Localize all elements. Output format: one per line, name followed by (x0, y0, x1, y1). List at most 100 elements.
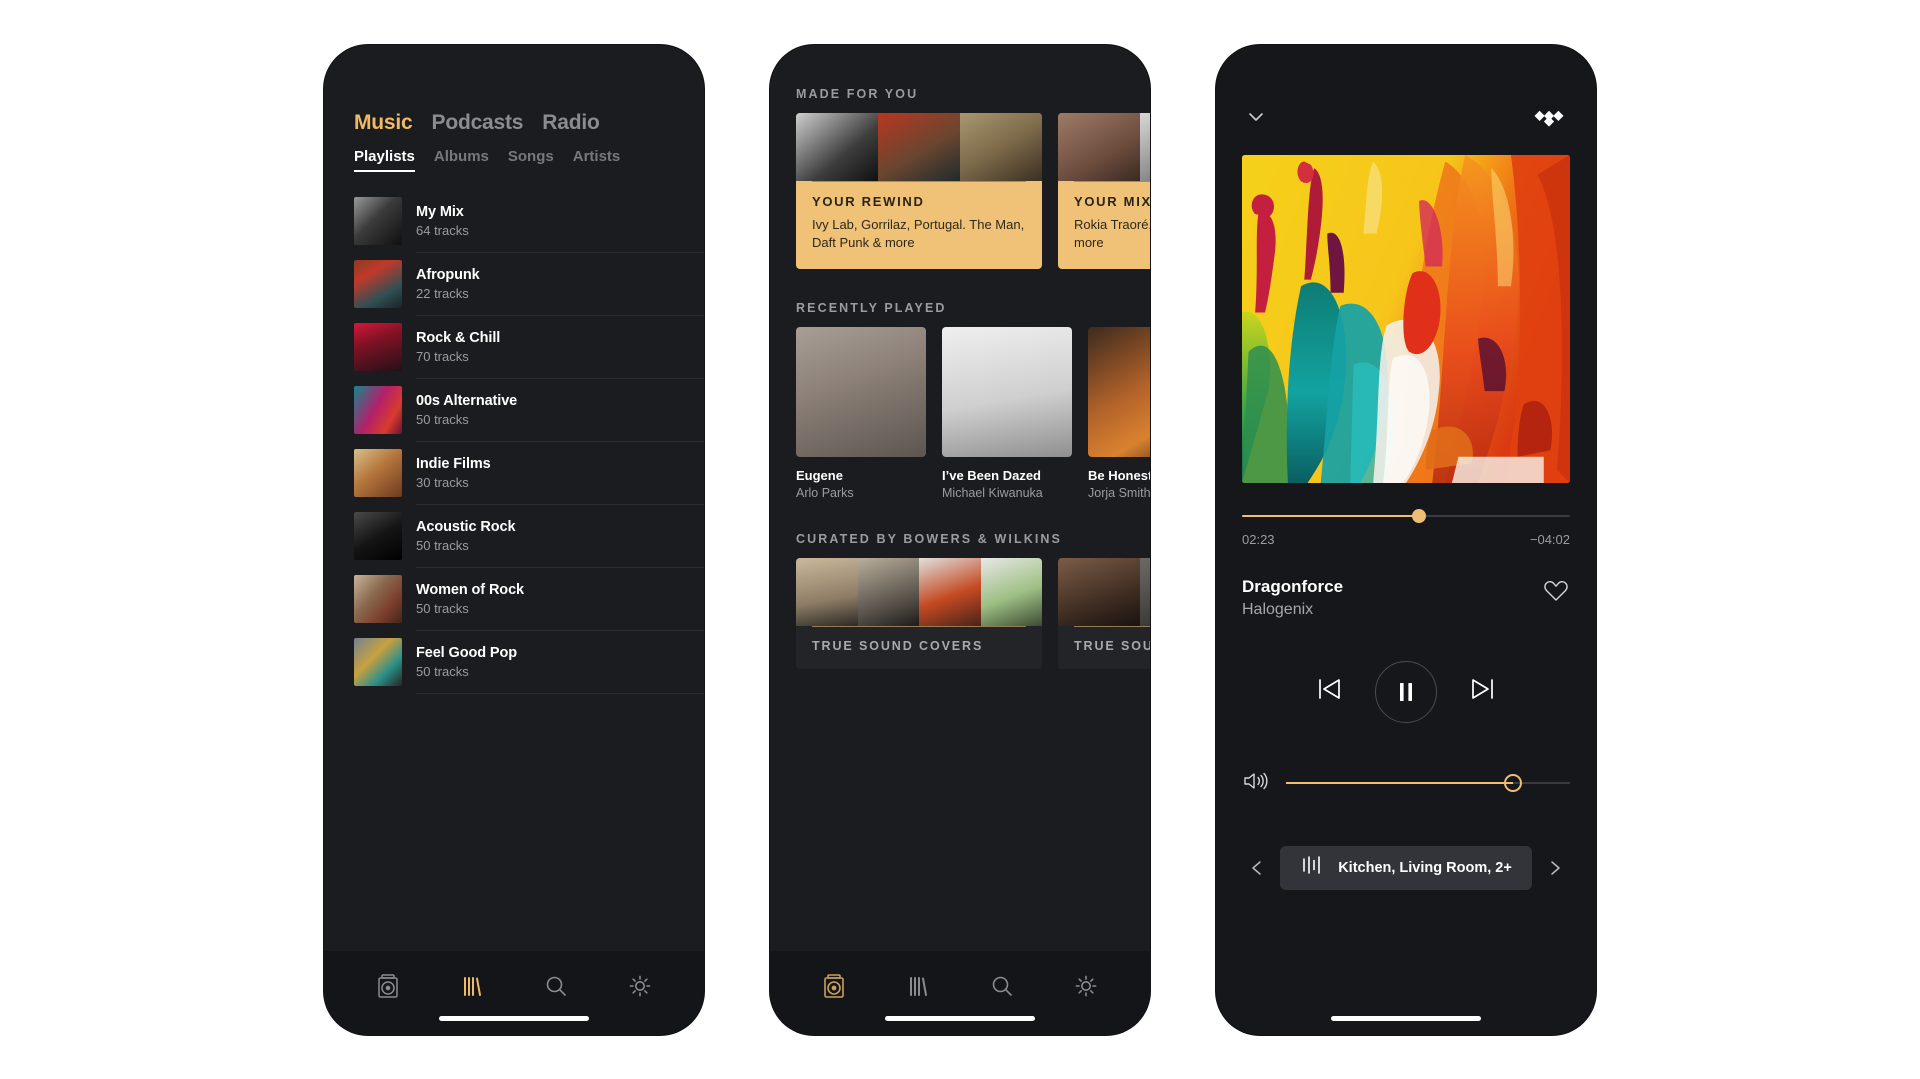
playlist-title: Feel Good Pop (416, 644, 518, 661)
bottom-tab-bar (324, 950, 704, 1035)
album-art[interactable] (1242, 154, 1570, 483)
tab-music[interactable]: Music (354, 111, 413, 135)
album-art (1088, 327, 1150, 458)
multiroom-speaker-icon (1300, 854, 1326, 881)
track-artist: Michael Kiwanuka (942, 486, 1043, 501)
playlist-thumbnail (354, 386, 402, 434)
section-title-made-for-you: MADE FOR YOU (796, 86, 919, 101)
playlist-track-count: 50 tracks (416, 600, 469, 616)
list-item[interactable]: Feel Good Pop 50 tracks (354, 631, 704, 694)
subtab-artists[interactable]: Artists (573, 148, 621, 172)
status-bar-spacer (1216, 45, 1596, 91)
skip-next-icon[interactable] (1467, 673, 1499, 710)
playlist-title: Afropunk (416, 266, 480, 283)
tab-radio[interactable]: Radio (542, 111, 600, 135)
playlist-title: Indie Films (416, 455, 491, 472)
device-selector: Kitchen, Living Room, 2+ (1242, 845, 1570, 890)
album-art-container (1216, 137, 1596, 483)
card-collage (1058, 558, 1150, 627)
heart-icon[interactable] (1542, 577, 1570, 610)
now-playing-screen: 02:23 −04:02 Dragonforce Halogenix Kitch… (1216, 44, 1596, 1035)
transport-controls (1242, 660, 1570, 723)
playlist-track-count: 64 tracks (416, 222, 469, 238)
chevron-down-icon[interactable] (1244, 105, 1268, 134)
home-indicator (1331, 1015, 1481, 1021)
now-playing-header (1216, 91, 1596, 137)
curated-card[interactable]: TRUE SOUND COVERS (796, 558, 1042, 670)
bottom-tab-bar (770, 950, 1150, 1035)
curated-rail[interactable]: TRUE SOUND COVERS TRUE SOUND (770, 558, 1150, 670)
curated-card[interactable]: TRUE SOUND (1058, 558, 1150, 670)
list-item[interactable]: 00s Alternative 50 tracks (354, 379, 704, 442)
remaining-time: −04:02 (1529, 531, 1570, 547)
playlist-thumbnail (354, 323, 402, 371)
card-kicker: TRUE SOUND (1074, 639, 1150, 654)
tab-podcasts[interactable]: Podcasts (432, 111, 524, 135)
home-scroll-area[interactable]: MADE FOR YOU YOUR REWIND Ivy Lab, Gorril… (770, 45, 1150, 951)
speaker-icon[interactable] (371, 969, 405, 1003)
status-bar-spacer (324, 45, 704, 91)
search-icon[interactable] (539, 969, 573, 1003)
time-labels: 02:23 −04:02 (1242, 532, 1570, 547)
playlist-title: Rock & Chill (416, 329, 501, 346)
playlist-track-count: 50 tracks (416, 411, 469, 427)
card-description: Rokia Traoré, Susheela Raman & more (1074, 216, 1150, 251)
subtab-albums[interactable]: Albums (434, 148, 489, 172)
subtab-playlists[interactable]: Playlists (354, 148, 415, 172)
list-item[interactable]: My Mix 64 tracks (354, 190, 704, 253)
skip-previous-icon[interactable] (1313, 673, 1345, 710)
list-item[interactable]: I’ve Been Dazed Michael Kiwanuka (942, 327, 1072, 500)
card-kicker: YOUR REWIND (812, 193, 925, 209)
library-icon[interactable] (901, 969, 935, 1003)
list-item[interactable]: Acoustic Rock 50 tracks (354, 505, 704, 568)
pause-icon[interactable] (1375, 660, 1437, 723)
gear-icon[interactable] (1069, 969, 1103, 1003)
card-collage (796, 558, 1042, 627)
sub-tabs: Playlists Albums Songs Artists (354, 148, 674, 172)
playlist-thumbnail (354, 260, 402, 308)
seek-fill (1242, 514, 1420, 517)
track-title: I’ve Been Dazed (942, 468, 1041, 484)
list-item[interactable]: Eugene Arlo Parks (796, 327, 926, 500)
volume-thumb[interactable] (1504, 774, 1523, 792)
track-info: Dragonforce Halogenix (1242, 577, 1570, 619)
chevron-left-icon[interactable] (1246, 858, 1268, 878)
volume-control (1242, 769, 1570, 798)
list-item[interactable]: Rock & Chill 70 tracks (354, 316, 704, 379)
home-indicator (885, 1015, 1035, 1021)
recently-played-rail[interactable]: Eugene Arlo Parks I’ve Been Dazed Michae… (770, 327, 1150, 500)
track-title: Eugene (796, 468, 843, 484)
home-screen: MADE FOR YOU YOUR REWIND Ivy Lab, Gorril… (770, 44, 1150, 1035)
track-title: Be Honest (1088, 468, 1150, 484)
tidal-logo-icon (1534, 106, 1568, 133)
made-for-you-rail[interactable]: YOUR REWIND Ivy Lab, Gorrilaz, Portugal.… (770, 112, 1150, 270)
speaker-icon[interactable] (817, 969, 851, 1003)
seek-bar[interactable] (1242, 508, 1570, 523)
card-collage (1058, 112, 1150, 181)
gear-icon[interactable] (623, 969, 657, 1003)
device-pill[interactable]: Kitchen, Living Room, 2+ (1280, 845, 1532, 890)
made-for-you-card[interactable]: YOUR MIX Rokia Traoré, Susheela Raman & … (1058, 112, 1150, 270)
card-kicker: TRUE SOUND COVERS (812, 639, 984, 654)
seek-thumb[interactable] (1412, 508, 1427, 523)
volume-icon[interactable] (1242, 769, 1270, 798)
volume-slider[interactable] (1286, 774, 1570, 792)
volume-fill (1286, 782, 1514, 784)
playlist-thumbnail (354, 575, 402, 623)
library-icon[interactable] (455, 969, 489, 1003)
list-item[interactable]: Women of Rock 50 tracks (354, 568, 704, 631)
search-icon[interactable] (985, 969, 1019, 1003)
elapsed-time: 02:23 (1242, 531, 1275, 547)
screenshot-stage: Music Podcasts Radio Playlists Albums So… (0, 0, 1920, 1079)
list-item[interactable]: Be Honest Jorja Smith (1088, 327, 1150, 500)
home-indicator (439, 1015, 589, 1021)
list-item[interactable]: Indie Films 30 tracks (354, 442, 704, 505)
library-header: Music Podcasts Radio Playlists Albums So… (324, 91, 704, 172)
chevron-right-icon[interactable] (1544, 858, 1566, 878)
card-description: Ivy Lab, Gorrilaz, Portugal. The Man, Da… (812, 216, 1025, 251)
playlist-track-count: 22 tracks (416, 285, 469, 301)
playlist-title: Women of Rock (416, 581, 524, 598)
list-item[interactable]: Afropunk 22 tracks (354, 253, 704, 316)
made-for-you-card[interactable]: YOUR REWIND Ivy Lab, Gorrilaz, Portugal.… (796, 112, 1042, 270)
subtab-songs[interactable]: Songs (508, 148, 554, 172)
